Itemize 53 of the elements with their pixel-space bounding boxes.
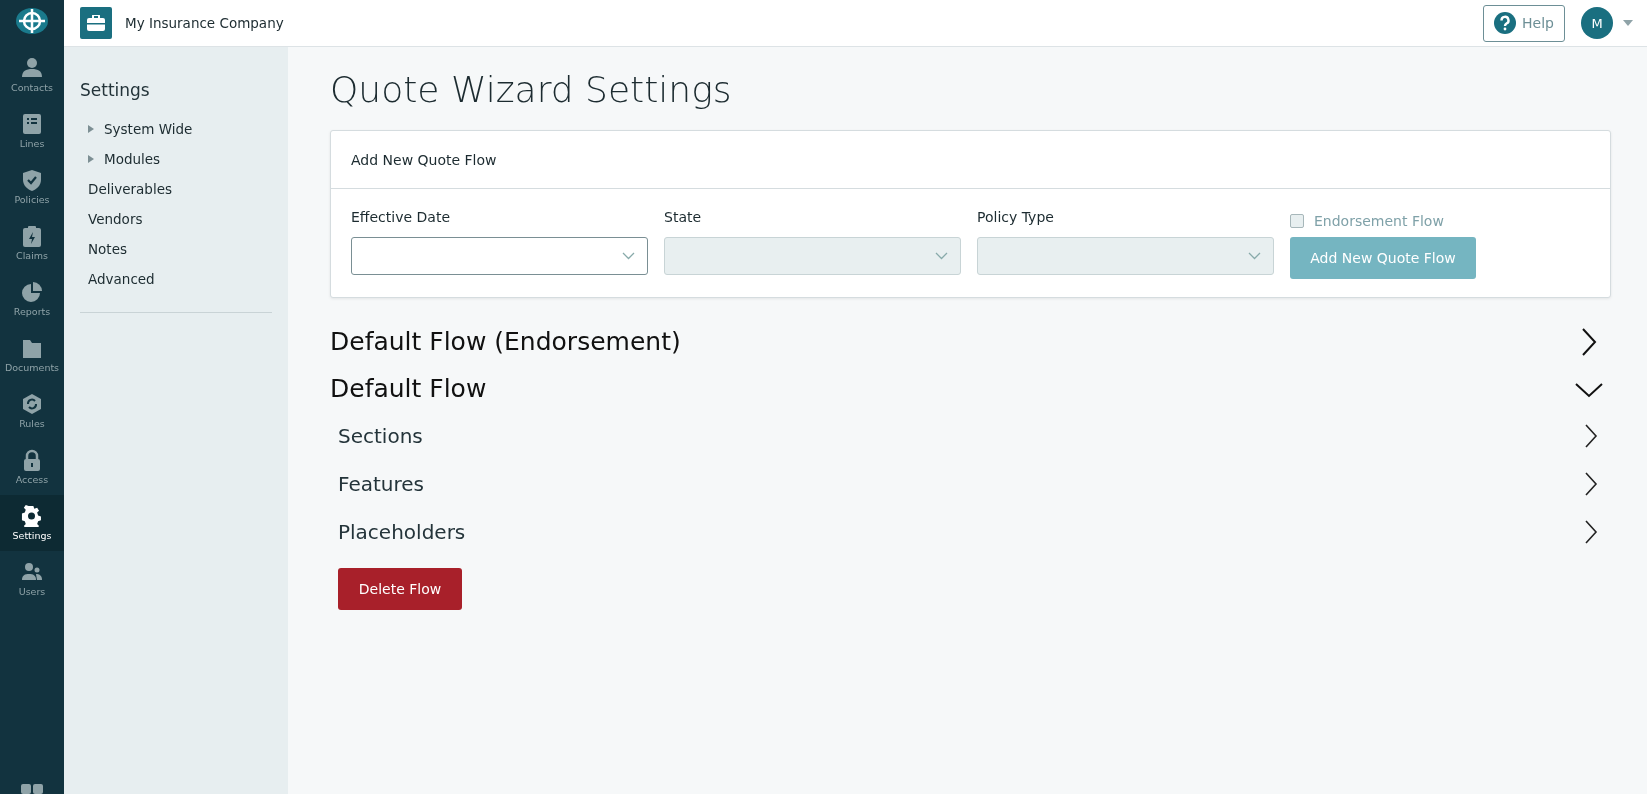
nav-item[interactable]: Rules <box>0 383 64 439</box>
flow-title[interactable]: Default Flow (Endorsement) <box>330 327 681 356</box>
checkbox-label: Endorsement Flow <box>1314 213 1444 229</box>
field-label: State <box>664 209 703 227</box>
shield-check-icon <box>21 169 43 191</box>
gear-icon <box>21 505 43 527</box>
user-avatar[interactable]: M <box>1581 7 1613 39</box>
sidebar-item[interactable]: Deliverables <box>88 181 172 197</box>
field-label: Policy Type <box>977 209 1055 227</box>
card-title: Add New Quote Flow <box>331 131 1610 189</box>
caret-icon[interactable] <box>88 125 94 133</box>
logo-icon <box>16 7 48 34</box>
nav-item[interactable]: Settings <box>0 495 64 551</box>
dropdown-field[interactable] <box>351 237 648 275</box>
nav-item[interactable]: Users <box>0 551 64 607</box>
flow-title[interactable]: Default Flow <box>330 374 487 403</box>
nav-item[interactable]: Access <box>0 439 64 495</box>
sidebar-group[interactable]: Modules <box>104 151 161 167</box>
page-title: Quote Wizard Settings <box>330 69 733 110</box>
folder-icon <box>21 337 43 359</box>
caret-icon[interactable] <box>88 155 94 163</box>
nav-item[interactable]: Lines <box>0 103 64 159</box>
company-name: My Insurance Company <box>125 15 284 31</box>
lock-icon <box>21 449 43 471</box>
people-icon <box>21 561 43 583</box>
chevron-down-icon <box>622 252 635 260</box>
help-icon <box>1494 12 1517 34</box>
delete-flow-button[interactable]: Delete Flow <box>338 568 462 610</box>
nav-item[interactable]: Reports <box>0 271 64 327</box>
sidebar-title: Settings <box>80 80 151 100</box>
chevron-down-icon <box>935 252 948 260</box>
clipboard-bolt-icon <box>21 225 43 247</box>
nav-item[interactable]: Claims <box>0 215 64 271</box>
section-title[interactable]: Features <box>338 472 424 496</box>
nav-item[interactable]: Documents <box>0 327 64 383</box>
caret-icon[interactable] <box>1623 20 1633 26</box>
sidebar-item[interactable]: Notes <box>88 241 127 257</box>
field-label: Effective Date <box>351 209 451 227</box>
sidebar-item[interactable]: Advanced <box>88 271 155 287</box>
help-button[interactable]: Help <box>1483 4 1565 42</box>
list-icon <box>21 113 43 135</box>
section-title[interactable]: Placeholders <box>338 520 466 544</box>
sidebar-group[interactable]: System Wide <box>104 121 193 137</box>
section-title[interactable]: Sections <box>338 424 423 448</box>
sidebar-item[interactable]: Vendors <box>88 211 143 227</box>
person-icon <box>21 57 43 79</box>
briefcase-icon <box>80 7 112 39</box>
grid-icon[interactable] <box>21 784 43 794</box>
pie-chart-icon <box>21 281 43 303</box>
nav-item[interactable]: Contacts <box>0 47 64 103</box>
nav-item[interactable]: Policies <box>0 159 64 215</box>
chevron-down-icon <box>1248 252 1261 260</box>
refresh-icon <box>21 393 43 415</box>
